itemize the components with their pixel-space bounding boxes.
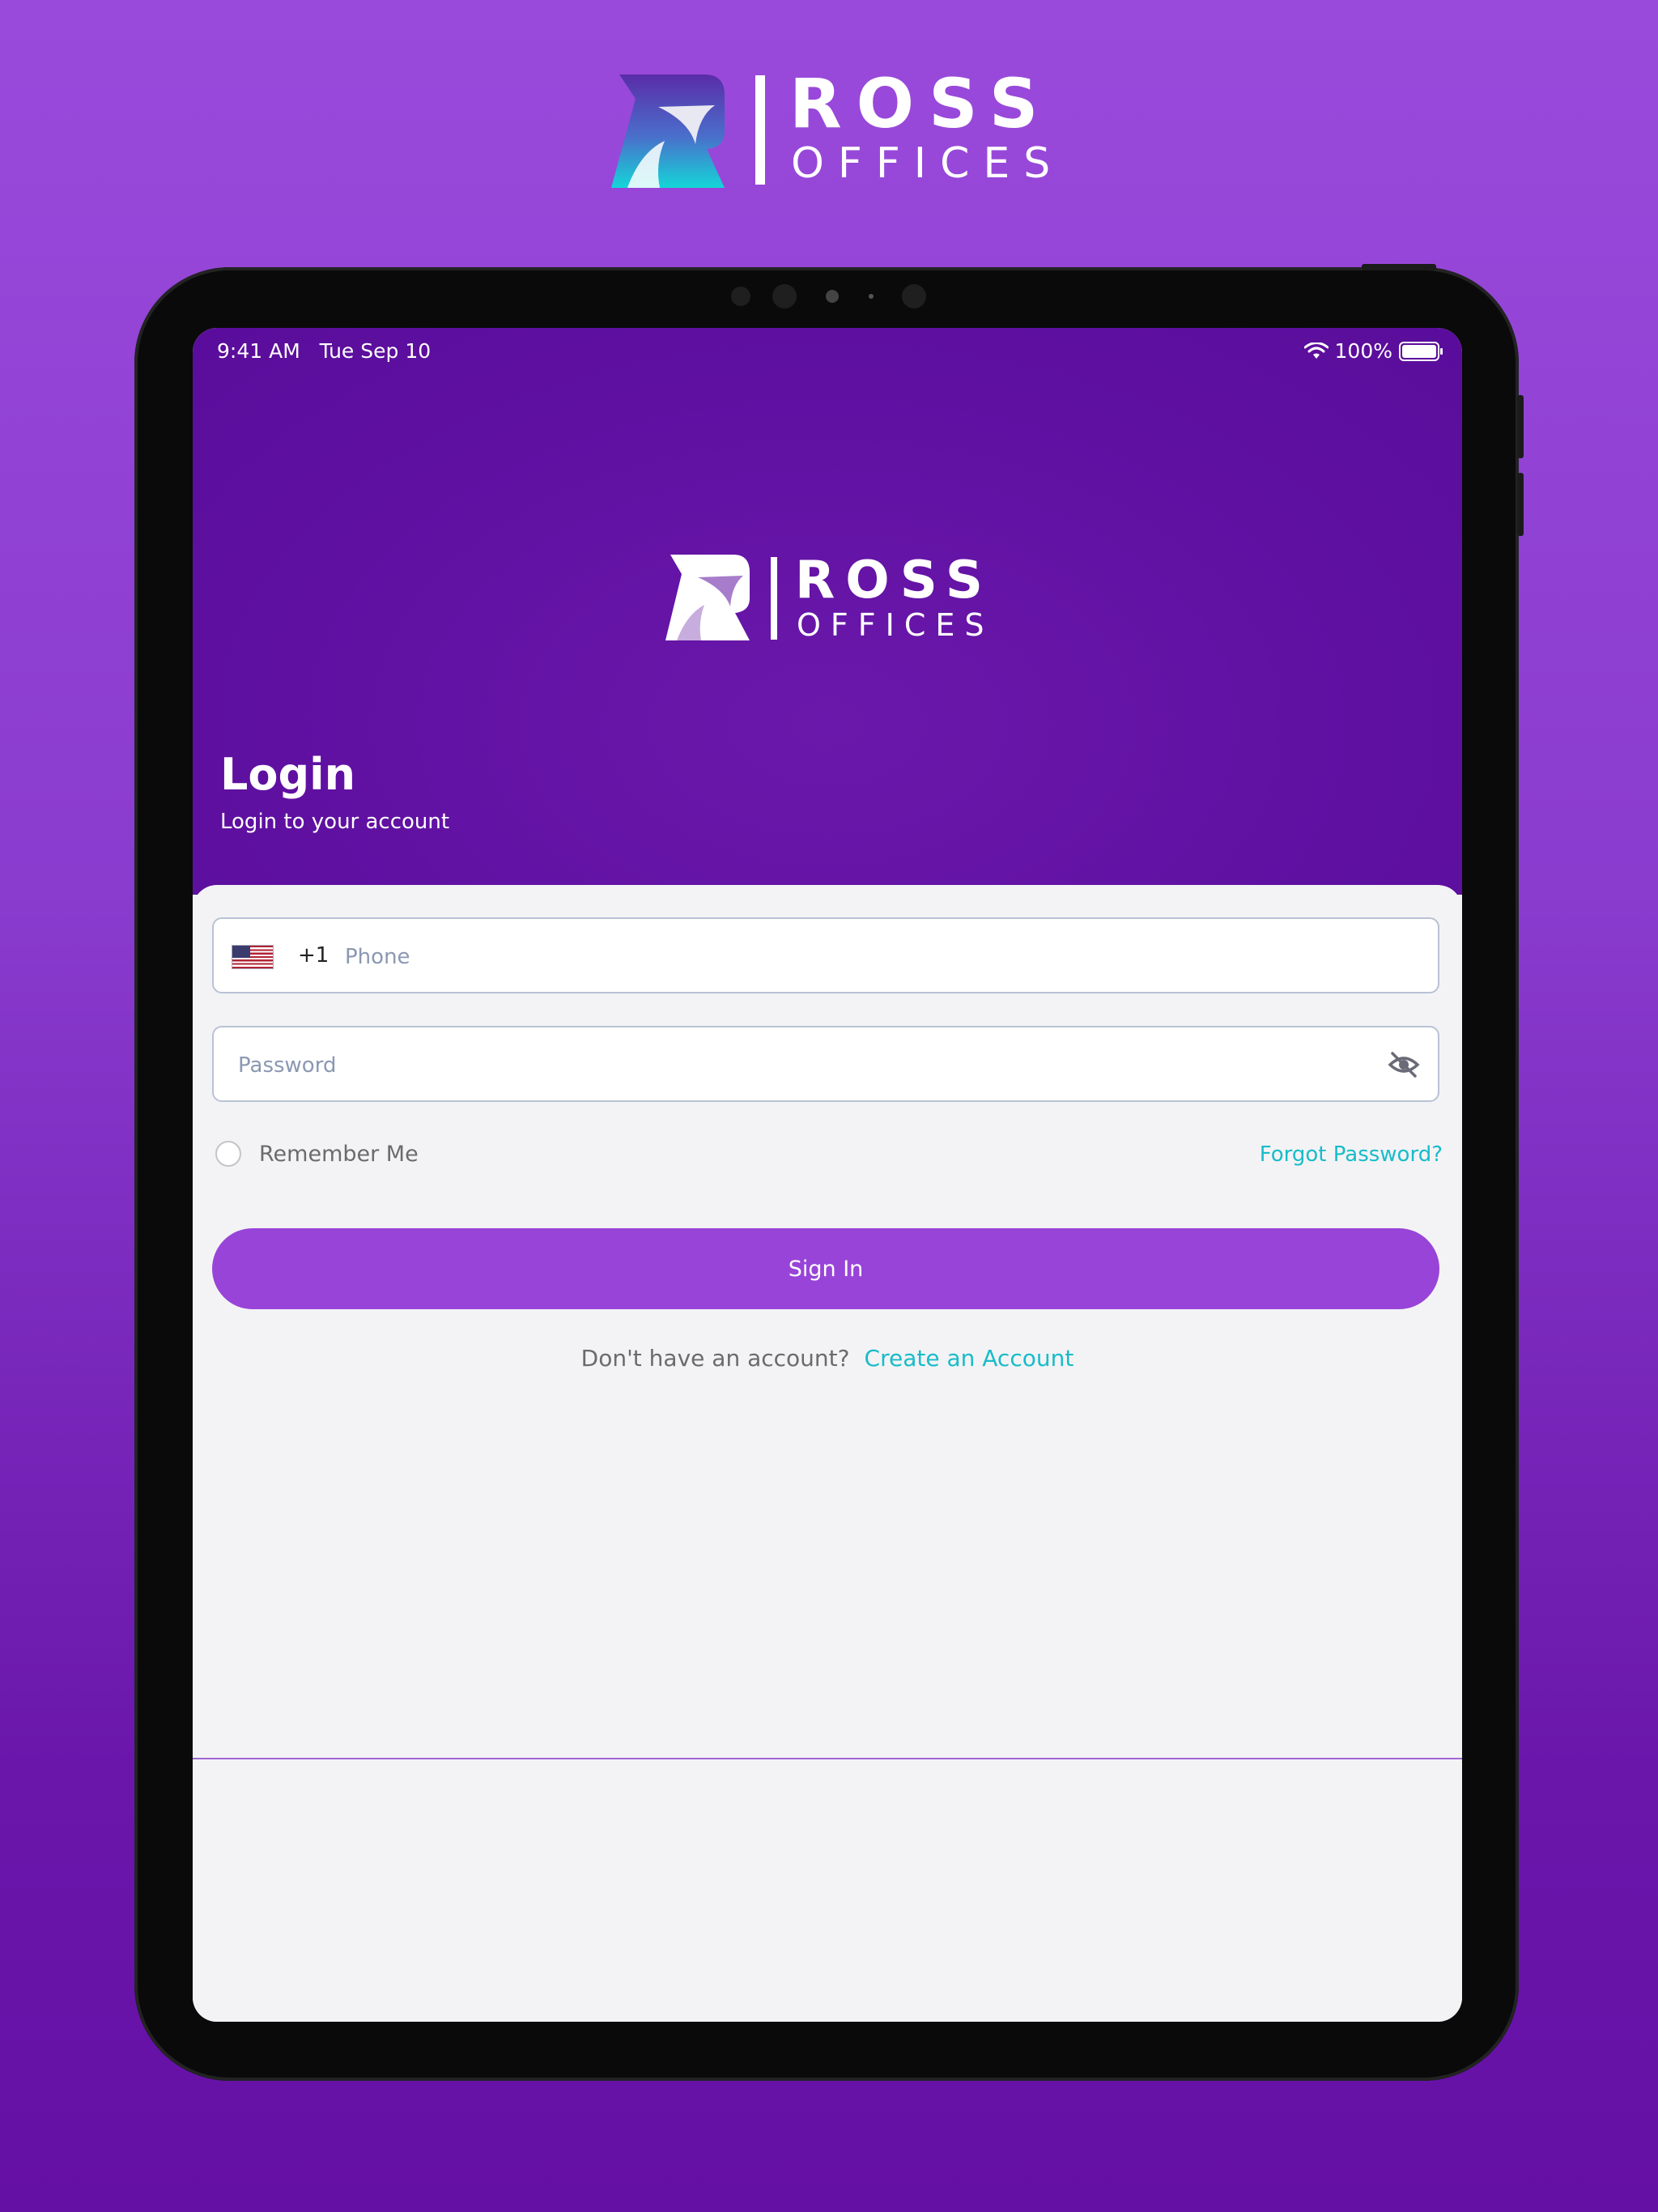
logo-text-ross: ROSS [789, 64, 1053, 143]
logo-text-ross: ROSS [795, 551, 993, 610]
divider [193, 1758, 1462, 1759]
battery-icon [1399, 341, 1443, 361]
ross-logo-mark-icon [611, 74, 725, 188]
sensor-dot [902, 284, 926, 308]
camera-array [0, 283, 1658, 316]
create-account-link[interactable]: Create an Account [865, 1345, 1074, 1372]
header-logo: ROSS OFFICES [665, 555, 1005, 644]
top-button [1362, 264, 1436, 270]
page-title: Login [220, 749, 356, 800]
logo-divider [755, 75, 765, 185]
status-time-date: 9:41 AM Tue Sep 10 [217, 339, 431, 363]
password-input[interactable] [236, 1049, 1357, 1083]
volume-down-button [1517, 473, 1524, 536]
forgot-password-link[interactable]: Forgot Password? [1260, 1142, 1443, 1167]
sign-in-button[interactable]: Sign In [212, 1228, 1439, 1309]
logo-text-offices: OFFICES [797, 607, 994, 643]
volume-up-button [1517, 395, 1524, 458]
phone-field: +1 [212, 917, 1439, 993]
signup-prompt: Don't have an account? Create an Account [193, 1345, 1462, 1372]
logo-divider [771, 557, 777, 640]
ross-logo-mark-icon [665, 555, 750, 640]
login-form: +1 Remember Me Forgot Password? Sign In … [193, 885, 1462, 2022]
eye-off-icon[interactable] [1388, 1050, 1420, 1079]
battery-percent: 100% [1334, 339, 1392, 363]
wifi-icon [1303, 342, 1329, 359]
us-flag-icon[interactable] [232, 945, 274, 969]
remember-me-label: Remember Me [259, 1141, 419, 1167]
password-field [212, 1026, 1439, 1102]
remember-me[interactable]: Remember Me [215, 1141, 419, 1167]
camera-lens-icon [826, 290, 839, 303]
status-date: Tue Sep 10 [319, 339, 432, 363]
sensor-dot [869, 294, 874, 299]
app-logo: ROSS OFFICES [611, 70, 1050, 193]
page-subtitle: Login to your account [220, 810, 450, 834]
status-bar: 9:41 AM Tue Sep 10 100% [217, 339, 1443, 372]
sensor-dot [731, 287, 750, 306]
phone-input[interactable] [343, 940, 1415, 974]
status-indicators: 100% [1303, 339, 1443, 363]
app-screen: 9:41 AM Tue Sep 10 100% ROSS OFFICES Log… [193, 328, 1462, 2022]
sensor-dot [772, 284, 797, 308]
status-time: 9:41 AM [217, 339, 300, 363]
signup-question: Don't have an account? [580, 1345, 850, 1372]
remember-me-checkbox[interactable] [215, 1141, 241, 1167]
header-banner: 9:41 AM Tue Sep 10 100% ROSS OFFICES Log… [193, 328, 1462, 895]
country-code[interactable]: +1 [298, 943, 329, 968]
logo-text-offices: OFFICES [791, 139, 1065, 188]
